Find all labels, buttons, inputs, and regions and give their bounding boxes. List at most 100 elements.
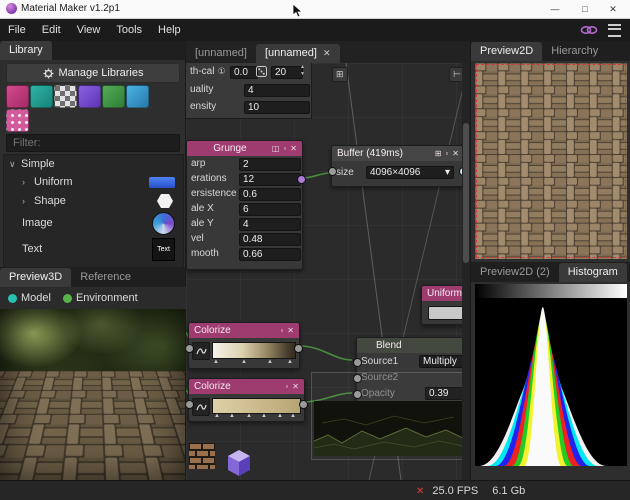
- bricks-thumb[interactable]: [189, 443, 215, 469]
- graph-canvas[interactable]: th-cal ① 0.0 20 ▲ ▼ uality 4 ensity 1: [186, 63, 470, 480]
- pin-icon[interactable]: ▫: [285, 382, 288, 391]
- gradient-marker-icon[interactable]: ▲: [213, 359, 219, 365]
- environment-option[interactable]: Environment: [76, 292, 138, 304]
- hamburger-menu-icon[interactable]: [608, 24, 621, 37]
- preview3d-viewport[interactable]: [0, 309, 185, 480]
- dice-icon[interactable]: [256, 66, 267, 77]
- tab-unnamed-1[interactable]: [unnamed]: [186, 44, 256, 63]
- library-dots-icon[interactable]: [6, 109, 29, 132]
- buffer-icon[interactable]: ◫: [272, 144, 280, 153]
- tab-reference[interactable]: Reference: [71, 268, 140, 287]
- cube-thumb[interactable]: [223, 447, 255, 479]
- node-colorize-2[interactable]: Colorize ▫ ✕ ▲ ▲ ▲ ▲ ▲ ▲: [188, 378, 305, 422]
- error-icon[interactable]: ✕: [416, 486, 424, 497]
- gradient-marker-icon[interactable]: ▲: [267, 359, 273, 365]
- library-base-icon[interactable]: [6, 85, 29, 108]
- spinner-up-icon[interactable]: ▲: [300, 64, 305, 70]
- tab-unnamed-2[interactable]: [unnamed] ✕: [256, 44, 340, 63]
- link-icon[interactable]: [580, 24, 598, 36]
- grid-icon[interactable]: ⊞: [435, 149, 442, 158]
- library-grid-icon[interactable]: [102, 85, 125, 108]
- input-port[interactable]: [328, 167, 337, 176]
- close-button[interactable]: ✕: [600, 0, 626, 18]
- colorize-header[interactable]: Colorize ▫ ✕: [189, 379, 304, 394]
- blend-header[interactable]: Blend: [357, 338, 470, 353]
- node-buffer[interactable]: Buffer (419ms) ⊞ ▫ ✕ size 4096×4096 ▾: [331, 145, 465, 187]
- param-input[interactable]: 20: [271, 66, 303, 79]
- pin-icon[interactable]: ▫: [445, 149, 448, 158]
- gradient-marker-icon[interactable]: ▲: [241, 359, 247, 365]
- output-port[interactable]: [299, 400, 308, 409]
- pin-icon[interactable]: ▫: [280, 326, 283, 335]
- param-input[interactable]: 0.0: [230, 66, 258, 79]
- node-partial-top[interactable]: th-cal ① 0.0 20 ▲ ▼ uality 4 ensity 1: [186, 63, 312, 119]
- tab-hierarchy[interactable]: Hierarchy: [542, 42, 607, 61]
- pin-icon[interactable]: ▫: [283, 144, 286, 153]
- tree-item-simple[interactable]: ∨ Simple: [4, 155, 183, 173]
- tab-close-icon[interactable]: ✕: [323, 48, 331, 59]
- gradient-marker-icon[interactable]: ▲: [214, 413, 220, 419]
- param-input[interactable]: 0.66: [239, 248, 301, 261]
- colorize-header[interactable]: Colorize ▫ ✕: [189, 323, 299, 338]
- node-close-icon[interactable]: ✕: [452, 149, 459, 158]
- param-input[interactable]: 4: [244, 84, 310, 97]
- menu-view[interactable]: View: [69, 19, 109, 41]
- param-input[interactable]: 0.6: [239, 188, 301, 201]
- tree-item-image[interactable]: Image: [4, 210, 183, 236]
- param-input[interactable]: 0.48: [239, 233, 301, 246]
- node-colorize-1[interactable]: Colorize ▫ ✕ ▲ ▲ ▲ ▲: [188, 322, 300, 369]
- library-nodes-icon[interactable]: [78, 85, 101, 108]
- spinner-down-icon[interactable]: ▼: [300, 71, 305, 77]
- gradient-marker-icon[interactable]: ▲: [287, 359, 293, 365]
- curve-widget[interactable]: [192, 398, 210, 416]
- gradient-marker-icon[interactable]: ▲: [229, 413, 235, 419]
- grid-widget-icon[interactable]: ⊞: [332, 67, 348, 82]
- output-port[interactable]: [294, 344, 303, 353]
- gradient-marker-icon[interactable]: ▲: [277, 413, 283, 419]
- preview2d-view[interactable]: [475, 63, 627, 259]
- menu-tools[interactable]: Tools: [108, 19, 150, 41]
- gradient-marker-icon[interactable]: ▲: [261, 413, 267, 419]
- library-3d-icon[interactable]: [30, 85, 53, 108]
- titlebar[interactable]: Material Maker v1.2p1 — □ ✕: [0, 0, 630, 19]
- tree-item-text[interactable]: Text Text: [4, 236, 183, 262]
- model-option[interactable]: Model: [21, 292, 51, 304]
- tree-item-shape[interactable]: › Shape: [4, 191, 183, 210]
- maximize-button[interactable]: □: [572, 0, 598, 18]
- gradient-widget[interactable]: [212, 342, 296, 359]
- param-input[interactable]: 6: [239, 203, 301, 216]
- tab-preview2d[interactable]: Preview2D: [471, 42, 542, 61]
- param-input[interactable]: 2: [239, 158, 301, 171]
- tab-preview2d-2[interactable]: Preview2D (2): [471, 263, 559, 282]
- node-close-icon[interactable]: ✕: [287, 326, 294, 335]
- filter-input[interactable]: [6, 134, 180, 152]
- param-input[interactable]: 4: [239, 218, 301, 231]
- output-port[interactable]: [297, 175, 306, 184]
- curve-widget[interactable]: [192, 342, 210, 360]
- menu-edit[interactable]: Edit: [34, 19, 69, 41]
- menu-file[interactable]: File: [0, 19, 34, 41]
- node-grunge[interactable]: Grunge ◫ ▫ ✕ arp 2 erations 12 ersistenc…: [186, 140, 303, 270]
- library-flow-icon[interactable]: [126, 85, 149, 108]
- gradient-widget[interactable]: [212, 398, 301, 414]
- library-pattern-icon[interactable]: [54, 85, 77, 108]
- node-close-icon[interactable]: ✕: [292, 382, 299, 391]
- gradient-marker-icon[interactable]: ▲: [290, 413, 296, 419]
- size-dropdown[interactable]: 4096×4096 ▾: [366, 166, 454, 179]
- tab-preview3d[interactable]: Preview3D: [0, 268, 71, 287]
- node-close-icon[interactable]: ✕: [290, 144, 297, 153]
- param-input[interactable]: 12: [239, 173, 301, 186]
- manage-libraries-button[interactable]: Manage Libraries: [6, 63, 180, 83]
- buffer-header[interactable]: Buffer (419ms) ⊞ ▫ ✕: [332, 146, 464, 161]
- tab-library[interactable]: Library: [0, 41, 52, 60]
- menu-help[interactable]: Help: [150, 19, 189, 41]
- tab-histogram[interactable]: Histogram: [559, 263, 627, 282]
- input-port[interactable]: [353, 358, 362, 367]
- minimize-button[interactable]: —: [542, 0, 568, 18]
- selection-region[interactable]: [311, 372, 468, 460]
- grunge-header[interactable]: Grunge ◫ ▫ ✕: [187, 141, 302, 156]
- param-input[interactable]: 10: [244, 101, 310, 114]
- graph-vscroll-thumb[interactable]: [463, 123, 469, 263]
- graph-vscrollbar[interactable]: [462, 63, 470, 480]
- gradient-marker-icon[interactable]: ▲: [246, 413, 252, 419]
